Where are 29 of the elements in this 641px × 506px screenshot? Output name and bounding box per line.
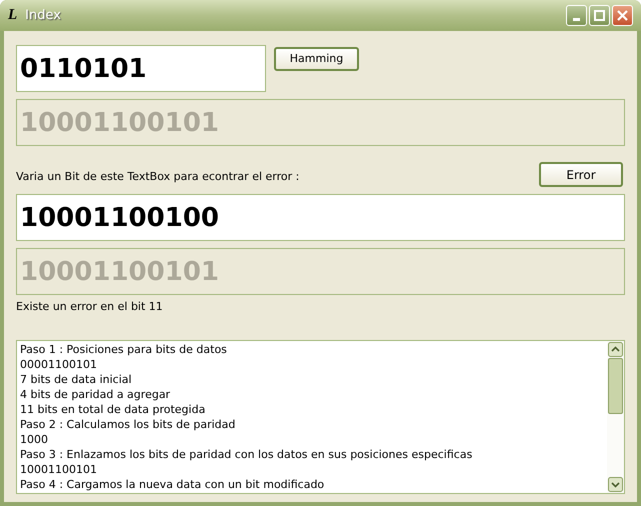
maximize-icon bbox=[594, 10, 605, 21]
log-line: 4 bits de paridad a agregar bbox=[20, 386, 172, 402]
minimize-button[interactable] bbox=[566, 5, 587, 26]
hamming-button[interactable]: Hamming bbox=[274, 47, 359, 71]
log-textarea[interactable] bbox=[16, 340, 625, 494]
log-line: 00001100101 bbox=[20, 356, 98, 372]
log-line: 7 bits de data inicial bbox=[20, 372, 133, 386]
scroll-thumb[interactable] bbox=[608, 358, 623, 414]
log-line: Paso 3 : Enlazamos los bits de paridad con los datos en sus posiciones especificas bbox=[20, 446, 474, 462]
error-button[interactable]: Error bbox=[539, 162, 623, 187]
binary-field[interactable]: 10001100100 bbox=[16, 194, 625, 241]
close-icon bbox=[617, 10, 628, 21]
instruction-label: Varia un Bit de este TextBox para econtrar el error : bbox=[16, 168, 300, 184]
scroll-up-icon[interactable] bbox=[608, 342, 623, 356]
minimize-icon bbox=[573, 18, 580, 21]
log-line: 1000 bbox=[20, 432, 49, 446]
log-line: 10001100101 bbox=[20, 462, 98, 476]
app-icon: L bbox=[8, 8, 18, 23]
scrollbar[interactable] bbox=[607, 340, 624, 492]
binary-field[interactable]: 0110101 bbox=[16, 45, 266, 92]
maximize-button[interactable] bbox=[589, 5, 610, 26]
window-title: Index bbox=[25, 6, 61, 25]
log-line: Paso 4 : Cargamos la nueva data con un bit modificado bbox=[20, 476, 326, 492]
scroll-down-icon[interactable] bbox=[608, 476, 623, 492]
close-button[interactable] bbox=[612, 5, 633, 26]
log-line: 11 bits en total de data protegida bbox=[20, 402, 206, 416]
result-label: Existe un error en el bit 11 bbox=[16, 299, 164, 315]
log-line: Paso 1 : Posiciones para bits de datos bbox=[20, 342, 228, 356]
log-line: Paso 2 : Calculamos los bits de paridad bbox=[20, 416, 236, 432]
